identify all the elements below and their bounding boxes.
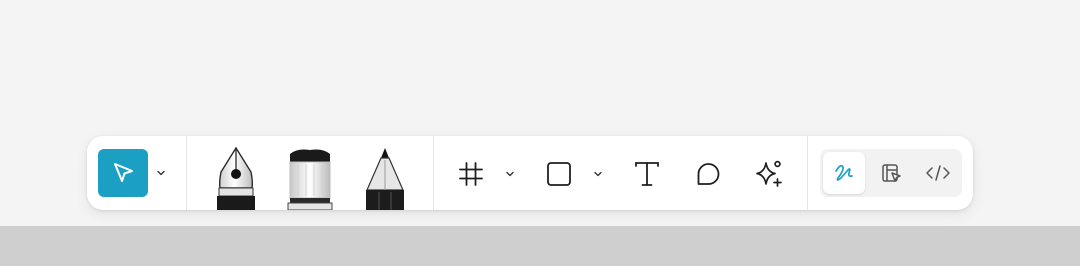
toolbar <box>87 136 973 210</box>
square-icon[interactable] <box>546 161 572 187</box>
toolbar-divider <box>186 136 187 210</box>
dev-mode-button[interactable] <box>917 152 959 194</box>
fountain-pen-nib-icon[interactable] <box>211 146 261 210</box>
draw-mode-button[interactable] <box>823 152 865 194</box>
cursor-arrow-icon <box>114 163 133 182</box>
squiggle-draw-icon <box>835 164 853 181</box>
chevron-down-icon[interactable] <box>505 170 515 178</box>
chevron-down-icon[interactable] <box>156 169 166 177</box>
chevron-down-icon[interactable] <box>593 170 603 178</box>
canvas-bottom-band <box>0 226 1080 266</box>
sparkle-icon[interactable] <box>753 158 785 190</box>
move-tool-button[interactable] <box>98 149 148 197</box>
frame-grid-icon[interactable] <box>458 161 484 187</box>
code-brackets-icon <box>926 165 950 181</box>
marker-brush-icon[interactable] <box>287 146 333 210</box>
toolbar-divider <box>433 136 434 210</box>
toolbar-divider <box>807 136 808 210</box>
design-layout-icon <box>882 164 901 182</box>
comment-bubble-icon[interactable] <box>694 160 722 188</box>
pencil-icon[interactable] <box>363 146 407 210</box>
text-t-icon[interactable] <box>633 160 661 188</box>
design-mode-button[interactable] <box>870 152 912 194</box>
mode-switcher <box>820 149 962 197</box>
